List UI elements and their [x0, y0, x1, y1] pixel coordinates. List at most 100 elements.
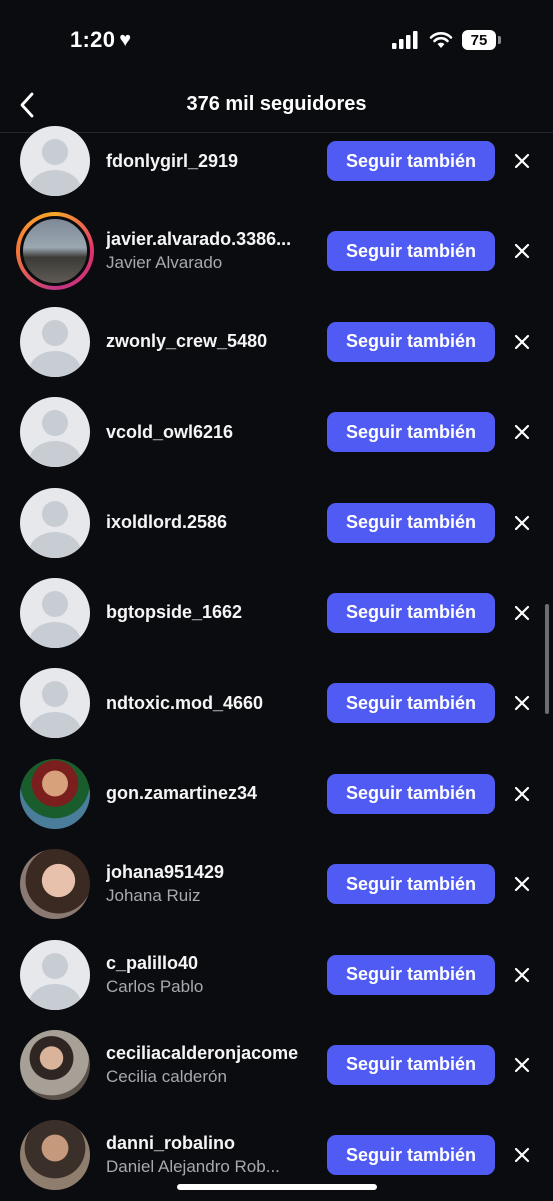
avatar-shoulders — [29, 621, 81, 648]
avatar[interactable] — [20, 849, 90, 920]
follower-names[interactable]: vcold_owl6216 — [106, 387, 306, 477]
follow-back-button[interactable]: Seguir también — [327, 412, 495, 453]
page-title: 376 mil seguidores — [186, 93, 367, 115]
username: danni_robalino — [106, 1133, 236, 1154]
close-icon — [514, 696, 530, 711]
follow-back-button[interactable]: Seguir también — [327, 592, 495, 633]
follow-back-button[interactable]: Seguir también — [327, 321, 495, 362]
close-icon — [514, 515, 530, 530]
remove-follower-button[interactable] — [510, 782, 534, 806]
avatar-head — [42, 139, 68, 165]
remove-follower-button[interactable] — [510, 601, 534, 625]
status-time: 1:20 ♥ — [70, 27, 131, 53]
avatar-head — [42, 681, 68, 708]
full-name: Carlos Pablo — [106, 976, 204, 996]
close-icon — [514, 1057, 530, 1073]
followers-list: fdonlygirl_2919 Seguir también javier.alva… — [0, 116, 553, 1201]
follower-names[interactable]: fdonlygirl_2919 — [106, 116, 306, 206]
avatar[interactable] — [20, 1120, 90, 1191]
remove-follower-button[interactable] — [510, 872, 534, 896]
default-avatar[interactable] — [20, 668, 90, 739]
list-item[interactable]: zwonly_crew_5480 Seguir también — [0, 297, 553, 387]
username: gon.zamartinez34 — [106, 783, 258, 804]
remove-follower-button[interactable] — [510, 1053, 534, 1077]
follow-back-button[interactable]: Seguir también — [327, 954, 495, 995]
avatar-head — [42, 410, 68, 437]
follower-names[interactable]: javier.alvarado.3386... Javier Alvarado — [106, 206, 306, 296]
remove-follower-button[interactable] — [510, 1143, 534, 1167]
avatar-shoulders — [29, 983, 81, 1010]
close-icon — [514, 605, 530, 621]
list-item[interactable]: ndtoxic.mod_4660 Seguir también — [0, 658, 553, 748]
follow-back-button[interactable]: Seguir también — [327, 231, 495, 272]
remove-follower-button[interactable] — [510, 511, 534, 535]
username: ceciliacalderonjacome — [106, 1042, 299, 1063]
full-name: Cecilia calderón — [106, 1066, 227, 1086]
remove-follower-button[interactable] — [510, 239, 534, 263]
avatar[interactable] — [20, 1029, 90, 1100]
wifi-icon — [429, 32, 453, 48]
remove-follower-button[interactable] — [510, 420, 534, 444]
list-item[interactable]: gon.zamartinez34 Seguir también — [0, 749, 553, 839]
battery-icon: 75 — [462, 30, 496, 50]
battery-level: 75 — [470, 31, 488, 49]
default-avatar[interactable] — [20, 306, 90, 377]
default-avatar[interactable] — [20, 577, 90, 648]
avatar-head — [42, 590, 68, 617]
follower-names[interactable]: c_palillo40 Carlos Pablo — [106, 930, 306, 1020]
default-avatar[interactable] — [20, 487, 90, 558]
close-icon — [514, 786, 530, 801]
story-avatar[interactable] — [16, 212, 94, 291]
follower-names[interactable]: johana951429 Johana Ruiz — [106, 839, 306, 929]
scrollbar[interactable] — [545, 604, 549, 714]
close-icon — [514, 153, 530, 169]
follow-back-button[interactable]: Seguir también — [327, 1135, 495, 1176]
avatar-shoulders — [29, 531, 81, 558]
list-item[interactable]: fdonlygirl_2919 Seguir también — [0, 116, 553, 206]
follow-back-button[interactable]: Seguir también — [327, 683, 495, 724]
default-avatar[interactable] — [20, 939, 90, 1010]
follower-names[interactable]: gon.zamartinez34 — [106, 749, 306, 839]
remove-follower-button[interactable] — [510, 963, 534, 987]
close-icon — [514, 1148, 530, 1163]
follower-names[interactable]: ndtoxic.mod_4660 — [106, 658, 306, 748]
follow-back-button[interactable]: Seguir también — [327, 1044, 495, 1085]
follow-back-button[interactable]: Seguir también — [327, 864, 495, 905]
status-bar: 1:20 ♥ 75 — [0, 0, 553, 80]
follower-names[interactable]: bgtopside_1662 — [106, 568, 306, 658]
default-avatar[interactable] — [20, 397, 90, 468]
list-item[interactable]: bgtopside_1662 Seguir también — [0, 568, 553, 658]
full-name: Daniel Alejandro Rob... — [106, 1157, 280, 1177]
username: c_palillo40 — [106, 952, 199, 973]
list-item[interactable]: ixoldlord.2586 Seguir también — [0, 478, 553, 568]
follower-names[interactable]: ixoldlord.2586 — [106, 478, 306, 568]
remove-follower-button[interactable] — [510, 691, 534, 715]
follower-names[interactable]: ceciliacalderonjacome Cecilia calderón — [106, 1020, 306, 1110]
follow-back-button[interactable]: Seguir también — [327, 502, 495, 543]
avatar-shoulders — [29, 441, 81, 468]
list-item[interactable]: vcold_owl6216 Seguir también — [0, 387, 553, 477]
close-icon — [514, 877, 530, 892]
follower-names[interactable]: zwonly_crew_5480 — [106, 297, 306, 387]
list-item[interactable]: c_palillo40 Carlos Pablo Seguir también — [0, 930, 553, 1020]
list-item[interactable]: johana951429 Johana Ruiz Seguir también — [0, 839, 553, 929]
time-label: 1:20 — [70, 27, 116, 52]
remove-follower-button[interactable] — [510, 330, 534, 354]
avatar-head — [42, 500, 68, 527]
follow-back-button[interactable]: Seguir también — [327, 773, 495, 814]
default-avatar[interactable] — [20, 126, 90, 196]
avatar-photo — [20, 216, 90, 287]
username: johana951429 — [106, 862, 225, 883]
list-item[interactable]: javier.alvarado.3386... Javier Alvarado Se… — [0, 206, 553, 296]
remove-follower-button[interactable] — [510, 149, 534, 173]
follow-back-button[interactable]: Seguir también — [327, 141, 495, 181]
avatar[interactable] — [20, 758, 90, 829]
username: ixoldlord.2586 — [106, 512, 228, 533]
full-name: Johana Ruiz — [106, 886, 201, 906]
close-icon — [514, 244, 530, 259]
heart-icon: ♥ — [119, 29, 132, 51]
username: ndtoxic.mod_4660 — [106, 692, 264, 713]
avatar-head — [42, 319, 68, 346]
list-item[interactable]: ceciliacalderonjacome Cecilia calderón Seg… — [0, 1020, 553, 1110]
username: vcold_owl6216 — [106, 421, 234, 442]
